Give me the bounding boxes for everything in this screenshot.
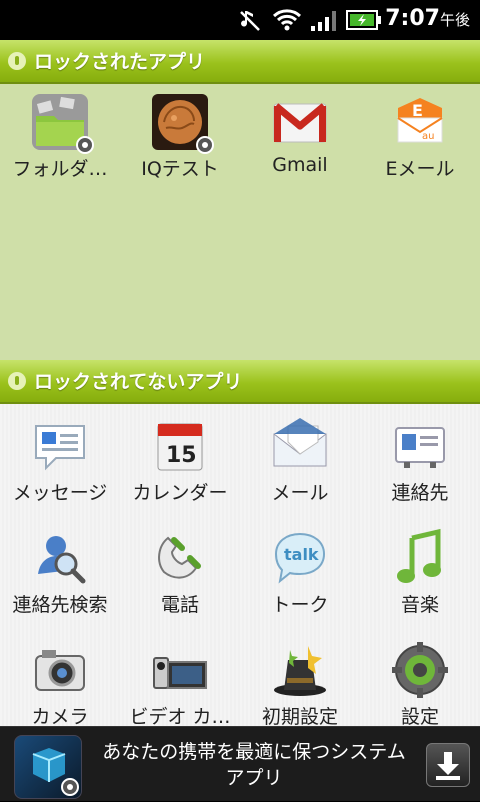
app-camera[interactable]: カメラ — [0, 640, 120, 729]
magic-hat-icon — [270, 640, 330, 700]
app-initial-settings[interactable]: 初期設定 — [240, 640, 360, 729]
clock: 7:07午後 — [385, 6, 470, 31]
app-label: フォルダ… — [12, 158, 108, 180]
talk-icon: talk — [270, 528, 330, 588]
banner-text: あなたの携帯を最適に保つシステムアプリ — [102, 741, 406, 789]
wifi-icon — [272, 9, 302, 31]
app-contacts[interactable]: 連絡先 — [360, 416, 480, 505]
app-iq-test[interactable]: IQテスト — [120, 92, 240, 181]
app-label: カレンダー — [132, 482, 228, 504]
gmail-icon — [270, 92, 330, 152]
app-label: Eメール — [385, 158, 455, 180]
app-label: Gmail — [272, 154, 328, 176]
app-label: 設定 — [400, 706, 439, 728]
app-label: メール — [271, 482, 329, 504]
contact-search-icon — [30, 528, 90, 588]
lock-badge-icon — [76, 136, 94, 154]
locked-apps-header: ロックされたアプリ — [0, 40, 480, 84]
video-camera-icon — [150, 640, 210, 700]
phone-icon — [150, 528, 210, 588]
app-calendar[interactable]: 15 カレンダー — [120, 416, 240, 505]
app-music[interactable]: 音楽 — [360, 528, 480, 617]
battery-charging-icon — [346, 10, 381, 30]
app-label: 初期設定 — [261, 706, 338, 728]
app-label: 連絡先検索 — [12, 594, 108, 616]
no-sound-icon — [240, 11, 260, 31]
promo-banner[interactable]: あなたの携帯を最適に保つシステムアプリ — [0, 726, 480, 801]
music-icon — [390, 528, 450, 588]
unlocked-apps-header: ロックされてないアプリ — [0, 360, 480, 404]
app-label: IQテスト — [141, 158, 219, 180]
app-email[interactable]: E au Eメール — [360, 92, 480, 181]
message-icon — [30, 416, 90, 476]
lock-badge-icon — [196, 136, 214, 154]
app-gmail[interactable]: Gmail — [240, 92, 360, 176]
app-contact-search[interactable]: 連絡先検索 — [0, 528, 120, 617]
app-video-camera[interactable]: ビデオ カ… — [120, 640, 240, 729]
app-label: 電話 — [160, 594, 199, 616]
email-icon: E au — [390, 92, 450, 152]
unlocked-apps-title: ロックされてないアプリ — [34, 371, 243, 393]
settings-gear-icon — [390, 640, 450, 700]
download-icon — [436, 752, 460, 780]
folder-icon — [30, 92, 94, 154]
status-bar: 7:07午後 — [0, 0, 480, 40]
calendar-icon: 15 — [150, 416, 210, 476]
system-app-icon — [14, 735, 82, 799]
talk-text: talk — [284, 545, 319, 564]
app-label: 音楽 — [400, 594, 439, 616]
camera-icon — [30, 640, 90, 700]
email-sub: au — [422, 131, 434, 142]
locked-apps-title: ロックされたアプリ — [34, 51, 206, 73]
contacts-icon — [390, 416, 450, 476]
app-mail[interactable]: メール — [240, 416, 360, 505]
mail-icon — [270, 416, 330, 476]
app-settings[interactable]: 設定 — [360, 640, 480, 729]
lock-badge-icon — [61, 778, 79, 796]
signal-icon — [311, 11, 336, 31]
lock-icon — [8, 372, 26, 390]
app-label: メッセージ — [12, 482, 108, 504]
app-label: ビデオ カ… — [129, 706, 231, 728]
lock-icon — [8, 52, 26, 70]
download-button[interactable] — [426, 743, 470, 787]
brain-icon — [150, 92, 214, 154]
app-label: カメラ — [31, 706, 89, 728]
unlocked-apps-area: メッセージ 15 カレンダー メール 連絡先 連絡先検索 電話 talk トーク… — [0, 404, 480, 729]
app-folder[interactable]: フォルダ… — [0, 92, 120, 181]
app-message[interactable]: メッセージ — [0, 416, 120, 505]
app-talk[interactable]: talk トーク — [240, 528, 360, 617]
app-phone[interactable]: 電話 — [120, 528, 240, 617]
app-label: トーク — [271, 594, 329, 616]
calendar-day: 15 — [166, 443, 197, 468]
app-label: 連絡先 — [391, 482, 449, 504]
email-letter: E — [412, 101, 423, 120]
locked-apps-area: フォルダ… IQテスト Gmail E au Eメール — [0, 84, 480, 360]
